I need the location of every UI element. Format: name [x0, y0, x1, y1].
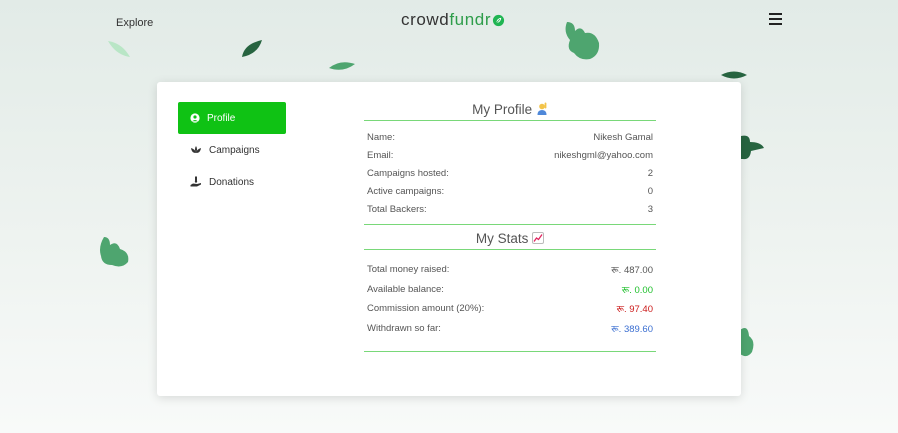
profile-title-text: My Profile — [472, 102, 533, 117]
leaf-icon — [493, 14, 505, 26]
decorative-leaf-icon — [100, 237, 129, 267]
row-label: Total money raised: — [367, 264, 450, 276]
profile-content: My Profile Name: Nikesh Gamal Email: nik… — [364, 100, 656, 352]
row-label: Commission amount (20%): — [367, 303, 485, 315]
sidebar-item-profile[interactable]: Profile — [178, 102, 286, 134]
sidebar: Profile Campaigns Donations — [178, 102, 286, 198]
row-value: रू. 487.00 — [611, 265, 653, 277]
user-circle-icon — [190, 113, 200, 123]
row-value: nikeshgml@yahoo.com — [554, 149, 653, 161]
row-value: 3 — [647, 204, 653, 216]
row-value: 2 — [647, 167, 653, 179]
row-label: Email: — [367, 149, 394, 161]
donation-hand-icon — [190, 176, 201, 187]
sidebar-item-label: Donations — [209, 176, 255, 188]
hamburger-menu-icon[interactable] — [769, 13, 782, 28]
profile-row-name: Name: Nikesh Gamal — [364, 128, 656, 146]
row-value: Nikesh Gamal — [593, 131, 653, 143]
stats-row-available-balance: Available balance: रू. 0.00 — [364, 279, 656, 299]
row-value: रू. 0.00 — [621, 284, 653, 296]
row-label: Total Backers: — [367, 204, 427, 216]
row-label: Campaigns hosted: — [367, 167, 449, 179]
logo-text-accent: fundr — [449, 10, 492, 29]
stats-row-commission: Commission amount (20%): रू. 97.40 — [364, 299, 656, 319]
row-value: रू. 389.60 — [611, 323, 653, 335]
decorative-leaf-icon — [565, 22, 600, 60]
raising-hand-emoji-icon — [537, 102, 547, 115]
decorative-leaf-icon — [329, 62, 355, 70]
stats-row-withdrawn: Withdrawn so far: रू. 389.60 — [364, 318, 656, 338]
logo-text-prefix: crowd — [401, 10, 450, 29]
profile-row-email: Email: nikeshgml@yahoo.com — [364, 146, 656, 164]
row-label: Available balance: — [367, 283, 444, 295]
stats-list: Total money raised: रू. 487.00 Available… — [364, 250, 656, 352]
decorative-leaf-icon — [242, 40, 262, 57]
profile-card: Profile Campaigns Donations My Profile N… — [157, 82, 741, 396]
profile-row-active-campaigns: Active campaigns: 0 — [364, 183, 656, 201]
row-label: Active campaigns: — [367, 186, 445, 198]
lotus-icon — [191, 146, 201, 153]
sidebar-item-label: Profile — [207, 112, 236, 124]
row-value: रू. 97.40 — [616, 304, 653, 316]
profile-section-title: My Profile — [364, 100, 656, 121]
explore-link[interactable]: Explore — [116, 17, 153, 29]
profile-row-campaigns-hosted: Campaigns hosted: 2 — [364, 164, 656, 182]
decorative-leaf-icon — [108, 41, 130, 57]
row-label: Withdrawn so far: — [367, 322, 441, 334]
chart-increasing-emoji-icon — [532, 231, 545, 244]
logo[interactable]: crowd fundr — [401, 10, 505, 30]
sidebar-item-label: Campaigns — [209, 144, 260, 156]
stats-title-text: My Stats — [475, 230, 529, 246]
decorative-leaf-icon — [741, 135, 764, 160]
sidebar-item-campaigns[interactable]: Campaigns — [178, 134, 286, 166]
profile-info-list: Name: Nikesh Gamal Email: nikeshgml@yaho… — [364, 121, 656, 225]
decorative-leaf-icon — [721, 71, 747, 79]
decorative-leaf-icon — [740, 328, 754, 357]
sidebar-item-donations[interactable]: Donations — [178, 166, 286, 198]
stats-section-title: My Stats — [364, 229, 656, 250]
row-label: Name: — [367, 131, 395, 143]
stats-row-total-raised: Total money raised: रू. 487.00 — [364, 260, 656, 280]
profile-row-total-backers: Total Backers: 3 — [364, 201, 656, 219]
row-value: 0 — [647, 186, 653, 198]
